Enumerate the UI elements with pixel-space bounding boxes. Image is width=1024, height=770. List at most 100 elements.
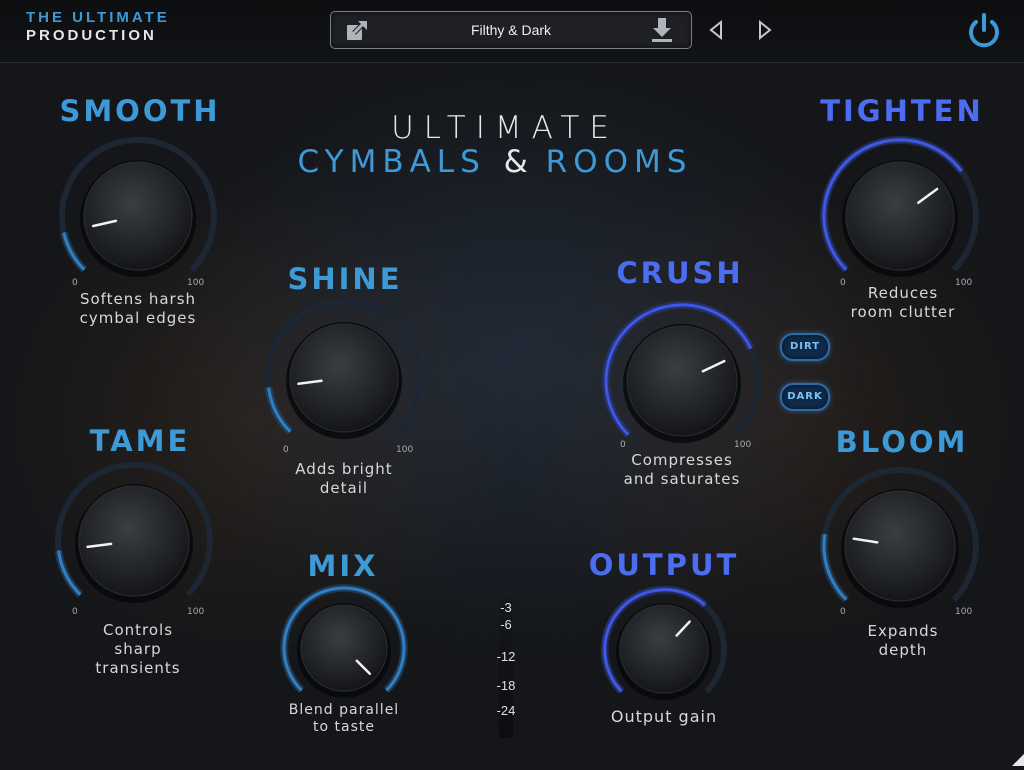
smooth-label: SMOOTH xyxy=(59,94,221,128)
download-icon[interactable] xyxy=(647,17,677,43)
crush-knob-shadow xyxy=(623,325,741,443)
tame-value-glow xyxy=(54,549,84,598)
output-pointer xyxy=(675,620,691,637)
shine-value-glow xyxy=(264,386,294,435)
tame-pointer xyxy=(86,542,113,549)
tighten-pointer xyxy=(917,187,939,204)
tighten-desc-line-1: Reduces xyxy=(867,284,939,302)
tame-track xyxy=(55,461,213,597)
tame-desc-line-1: Controls xyxy=(102,621,174,639)
bloom-value-glow xyxy=(820,533,850,603)
smooth-description: Softens harsh cymbal edges xyxy=(38,290,238,328)
tighten-desc-line-2: room clutter xyxy=(850,303,956,321)
crush-max: 100 xyxy=(734,440,752,450)
output-value-arc xyxy=(603,588,707,693)
crush-min: 0 xyxy=(620,440,626,450)
triangle-left-icon[interactable] xyxy=(708,19,728,42)
mix-track xyxy=(281,584,407,693)
smooth-desc-line-1: Softens harsh xyxy=(79,290,197,308)
output-description: Output gain xyxy=(564,707,764,726)
smooth-max: 100 xyxy=(187,278,205,288)
tame-description: Controls sharp transients xyxy=(38,621,238,678)
mix-knob-rim xyxy=(299,603,389,693)
smooth-pointer xyxy=(91,219,118,228)
tighten-knob-shadow xyxy=(842,161,958,277)
shine-label: SHINE xyxy=(287,262,403,296)
bloom-desc-line-2: depth xyxy=(878,641,928,659)
meter-label-12: -12 xyxy=(496,649,516,664)
output-knob-rim xyxy=(618,603,710,695)
title-cymbals: CYMBALS xyxy=(297,144,486,180)
smooth-value-arc xyxy=(62,232,86,271)
crush-knob-body xyxy=(626,325,738,437)
triangle-right-icon[interactable] xyxy=(757,19,777,42)
mix-label: MIX xyxy=(307,549,379,583)
tighten-label: TIGHTEN xyxy=(820,94,984,128)
meter-label-18: -18 xyxy=(496,678,516,693)
smooth-knob-body xyxy=(83,161,193,271)
bloom-pointer xyxy=(852,537,879,544)
tame-desc-line-3: transients xyxy=(95,659,181,677)
title-line-1: ULTIMATE xyxy=(391,110,619,146)
preset-selector[interactable]: Filthy & Dark xyxy=(330,11,692,49)
crush-description: Compresses and saturates xyxy=(582,451,782,489)
output-value-glow xyxy=(600,585,708,695)
title-rooms: ROOMS xyxy=(545,144,693,180)
bloom-value-arc xyxy=(822,533,848,601)
tighten-value-glow xyxy=(819,135,965,273)
output-knob-shadow xyxy=(616,604,712,700)
crush-value-glow xyxy=(602,300,755,438)
mix-description: Blend parallel to taste xyxy=(244,702,444,736)
bloom-desc-line-1: Expands xyxy=(867,622,939,640)
crush-knob-rim xyxy=(625,324,739,438)
crush-desc-line-2: and saturates xyxy=(623,470,741,488)
crush-pointer xyxy=(701,359,726,373)
preset-name[interactable]: Filthy & Dark xyxy=(391,12,631,48)
resize-handle[interactable] xyxy=(1008,750,1024,766)
tighten-track xyxy=(821,136,979,272)
export-icon[interactable] xyxy=(343,17,373,43)
mix-knob-shadow xyxy=(297,604,391,698)
output-track xyxy=(601,585,727,694)
shine-description: Adds bright detail xyxy=(244,460,444,498)
crush-value-arc xyxy=(604,303,753,436)
dirt-button[interactable]: DIRT xyxy=(780,333,830,361)
meter-label-24: -24 xyxy=(496,703,516,718)
shine-desc-line-2: detail xyxy=(319,479,369,497)
crush-desc-line-1: Compresses xyxy=(631,451,733,469)
output-knob-body xyxy=(619,604,709,694)
mix-value-glow xyxy=(280,583,408,694)
shine-knob-body xyxy=(289,323,399,433)
bloom-min: 0 xyxy=(840,607,846,617)
tighten-value-arc xyxy=(822,138,963,271)
dark-button[interactable]: DARK xyxy=(780,383,830,411)
tighten-description: Reduces room clutter xyxy=(803,284,1003,322)
crush-label: CRUSH xyxy=(616,256,744,290)
shine-max: 100 xyxy=(396,445,414,455)
shine-desc-line-1: Adds bright xyxy=(295,460,393,478)
output-label: OUTPUT xyxy=(588,548,740,582)
brand-line-2: PRODUCTION xyxy=(26,27,157,44)
bloom-description: Expands depth xyxy=(803,622,1003,660)
tame-knob-rim xyxy=(77,484,191,598)
shine-knob-rim xyxy=(288,322,400,434)
power-icon[interactable] xyxy=(965,12,1003,50)
smooth-knob-rim xyxy=(82,160,194,272)
mix-pointer xyxy=(355,659,372,676)
smooth-min: 0 xyxy=(72,278,78,288)
top-bar: THE ULTIMATE PRODUCTION Filthy & Dark xyxy=(0,0,1024,63)
bloom-max: 100 xyxy=(955,607,973,617)
title-line-2: CYMBALS & ROOMS xyxy=(250,144,740,180)
bloom-track xyxy=(821,466,979,602)
brand-logo: THE ULTIMATE PRODUCTION xyxy=(26,10,170,43)
smooth-desc-line-2: cymbal edges xyxy=(79,309,197,327)
shine-knob-shadow xyxy=(286,323,402,439)
smooth-value-glow xyxy=(59,231,88,273)
tame-label: TAME xyxy=(89,424,191,458)
brand-line-1: THE ULTIMATE xyxy=(26,9,170,26)
tame-max: 100 xyxy=(187,607,205,617)
mix-desc-line-2: to taste xyxy=(313,719,375,735)
tighten-knob-body xyxy=(845,161,955,271)
bloom-label: BLOOM xyxy=(835,425,969,459)
shine-track xyxy=(265,298,423,434)
